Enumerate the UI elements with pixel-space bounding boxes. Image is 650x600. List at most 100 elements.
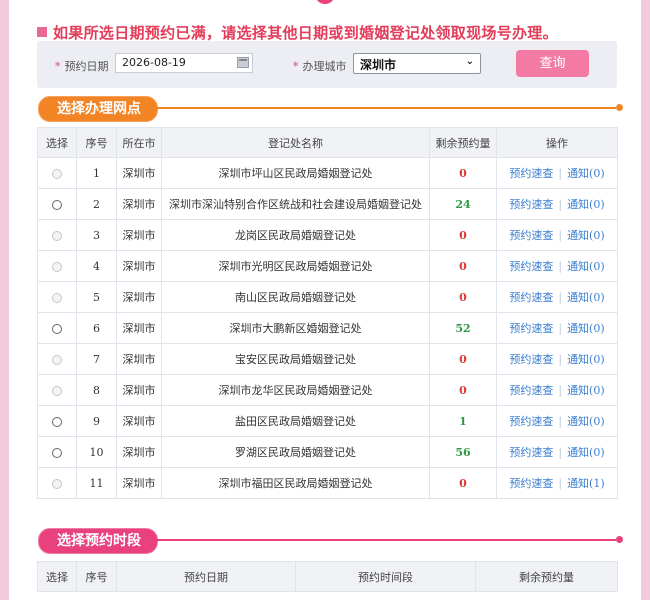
separator: | — [558, 415, 563, 428]
table-row: 9 深圳市 盐田区民政局婚姻登记处 1 预约速查 | 通知(0) — [37, 405, 618, 437]
notify-link[interactable]: 通知(0) — [567, 353, 605, 366]
remaining-cell: 0 — [429, 343, 497, 375]
index-cell: 3 — [76, 219, 117, 251]
notify-link[interactable]: 通知(0) — [567, 260, 605, 273]
index-cell: 10 — [76, 436, 117, 468]
quick-check-link[interactable]: 预约速查 — [509, 322, 553, 335]
chevron-down-icon: ⌄ — [465, 56, 474, 67]
notify-link[interactable]: 通知(0) — [567, 415, 605, 428]
quick-check-link[interactable]: 预约速查 — [509, 384, 553, 397]
remaining-cell: 52 — [429, 312, 497, 344]
office-name-cell: 罗湖区民政局婚姻登记处 — [161, 436, 430, 468]
action-cell: 预约速查 | 通知(0) — [496, 343, 618, 375]
city-cell: 深圳市 — [116, 436, 162, 468]
action-cell: 预约速查 | 通知(0) — [496, 219, 618, 251]
remaining-cell: 0 — [429, 250, 497, 282]
office-name-cell: 深圳市深汕特别合作区统战和社会建设局婚姻登记处 — [161, 188, 430, 220]
section-timeslots-title: 选择预约时段 — [38, 528, 158, 554]
quick-check-link[interactable]: 预约速查 — [509, 198, 553, 211]
date-label: * 预约日期 — [55, 60, 109, 73]
select-cell — [37, 467, 77, 499]
city-cell: 深圳市 — [116, 312, 162, 344]
quick-check-link[interactable]: 预约速查 — [509, 260, 553, 273]
quick-check-link[interactable]: 预约速查 — [509, 291, 553, 304]
city-cell: 深圳市 — [116, 343, 162, 375]
notice-text: 如果所选日期预约已满，请选择其他日期或到婚姻登记处领取现场号办理。 — [53, 24, 558, 42]
office-radio[interactable] — [52, 199, 62, 210]
select-cell — [37, 312, 77, 344]
select-cell — [37, 219, 77, 251]
date-input[interactable]: 2026-08-19 — [115, 53, 253, 73]
city-cell: 深圳市 — [116, 250, 162, 282]
separator: | — [558, 446, 563, 459]
remaining-cell: 0 — [429, 467, 497, 499]
separator: | — [558, 291, 563, 304]
divider — [156, 539, 616, 541]
office-name-cell: 深圳市龙华区民政局婚姻登记处 — [161, 374, 430, 406]
select-cell — [37, 343, 77, 375]
office-radio[interactable] — [52, 323, 62, 334]
divider-dot — [616, 104, 623, 111]
office-name-cell: 深圳市光明区民政局婚姻登记处 — [161, 250, 430, 282]
column-header: 序号 — [76, 127, 117, 158]
column-header: 所在市 — [116, 127, 162, 158]
required-star-icon: * — [55, 60, 61, 73]
section-timeslots-header: 选择预约时段 — [38, 528, 623, 554]
separator: | — [558, 229, 563, 242]
office-name-cell: 龙岗区民政局婚姻登记处 — [161, 219, 430, 251]
select-cell — [37, 250, 77, 282]
column-header: 剩余预约量 — [475, 561, 618, 592]
office-name-cell: 南山区民政局婚姻登记处 — [161, 281, 430, 313]
separator: | — [558, 260, 563, 273]
select-cell — [37, 405, 77, 437]
action-cell: 预约速查 | 通知(0) — [496, 405, 618, 437]
office-name-cell: 深圳市福田区民政局婚姻登记处 — [161, 467, 430, 499]
index-cell: 7 — [76, 343, 117, 375]
notify-link[interactable]: 通知(0) — [567, 167, 605, 180]
remaining-cell: 0 — [429, 281, 497, 313]
office-name-cell: 宝安区民政局婚姻登记处 — [161, 343, 430, 375]
office-name-cell: 深圳市坪山区民政局婚姻登记处 — [161, 157, 430, 189]
city-value: 深圳市 — [360, 58, 397, 72]
office-radio[interactable] — [52, 447, 62, 458]
city-select[interactable]: 深圳市 ⌄ — [353, 53, 481, 74]
table-row: 8 深圳市 深圳市龙华区民政局婚姻登记处 0 预约速查 | 通知(0) — [37, 374, 618, 406]
calendar-icon[interactable] — [237, 57, 249, 68]
remaining-cell: 24 — [429, 188, 497, 220]
select-cell — [37, 436, 77, 468]
index-cell: 11 — [76, 467, 117, 499]
quick-check-link[interactable]: 预约速查 — [509, 353, 553, 366]
column-header: 操作 — [496, 127, 618, 158]
table-row: 4 深圳市 深圳市光明区民政局婚姻登记处 0 预约速查 | 通知(0) — [37, 250, 618, 282]
city-cell: 深圳市 — [116, 405, 162, 437]
notify-link[interactable]: 通知(0) — [567, 291, 605, 304]
city-cell: 深圳市 — [116, 281, 162, 313]
table-row: 3 深圳市 龙岗区民政局婚姻登记处 0 预约速查 | 通知(0) — [37, 219, 618, 251]
office-radio[interactable] — [52, 416, 62, 427]
notify-link[interactable]: 通知(0) — [567, 198, 605, 211]
query-button[interactable]: 查询 — [516, 50, 589, 77]
remaining-cell: 0 — [429, 374, 497, 406]
select-cell — [37, 281, 77, 313]
section-offices-header: 选择办理网点 — [38, 96, 623, 122]
quick-check-link[interactable]: 预约速查 — [509, 446, 553, 459]
divider-dot — [616, 536, 623, 543]
column-header: 剩余预约量 — [429, 127, 497, 158]
divider — [156, 107, 616, 109]
notify-link[interactable]: 通知(0) — [567, 446, 605, 459]
quick-check-link[interactable]: 预约速查 — [509, 229, 553, 242]
quick-check-link[interactable]: 预约速查 — [509, 415, 553, 428]
city-cell: 深圳市 — [116, 188, 162, 220]
remaining-cell: 0 — [429, 219, 497, 251]
notify-link[interactable]: 通知(1) — [567, 477, 605, 490]
quick-check-link[interactable]: 预约速查 — [509, 167, 553, 180]
quick-check-link[interactable]: 预约速查 — [509, 477, 553, 490]
office-name-cell: 盐田区民政局婚姻登记处 — [161, 405, 430, 437]
table-row: 10 深圳市 罗湖区民政局婚姻登记处 56 预约速查 | 通知(0) — [37, 436, 618, 468]
notify-link[interactable]: 通知(0) — [567, 229, 605, 242]
notify-link[interactable]: 通知(0) — [567, 384, 605, 397]
separator: | — [558, 384, 563, 397]
table-row: 6 深圳市 深圳市大鹏新区婚姻登记处 52 预约速查 | 通知(0) — [37, 312, 618, 344]
notify-link[interactable]: 通知(0) — [567, 322, 605, 335]
column-header: 序号 — [76, 561, 117, 592]
